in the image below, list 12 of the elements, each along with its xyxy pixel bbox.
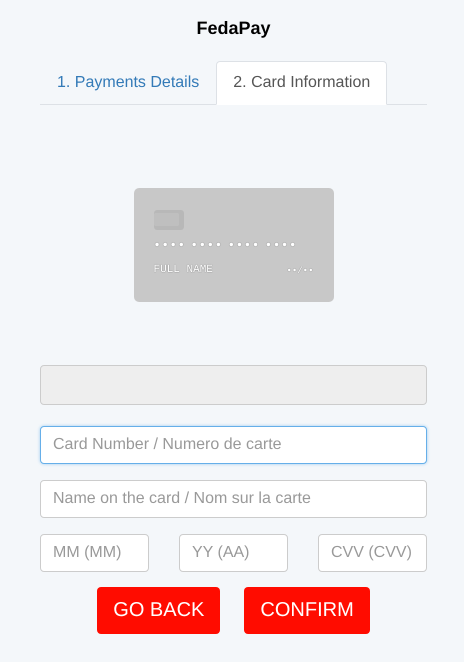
input-field[interactable]: MM (MM) xyxy=(40,534,149,572)
input-field[interactable]: Card Number / Numero de carte xyxy=(40,426,427,464)
input-field[interactable]: CVV (CVV) xyxy=(318,534,427,572)
confirm-button[interactable]: CONFIRM xyxy=(244,587,370,634)
tab[interactable]: 2. Card Information xyxy=(216,61,388,105)
input-field[interactable]: Name on the card / Nom sur la carte xyxy=(40,480,427,518)
back-button[interactable]: GO BACK xyxy=(97,587,220,634)
app-title: FedaPay xyxy=(195,18,272,39)
input-field[interactable]: YY (AA) xyxy=(179,534,288,572)
tab[interactable]: 1. Payments Details xyxy=(40,61,216,105)
card-number: •••• •••• •••• •••• xyxy=(154,238,298,252)
card-expiry: ••/•• xyxy=(286,266,314,276)
